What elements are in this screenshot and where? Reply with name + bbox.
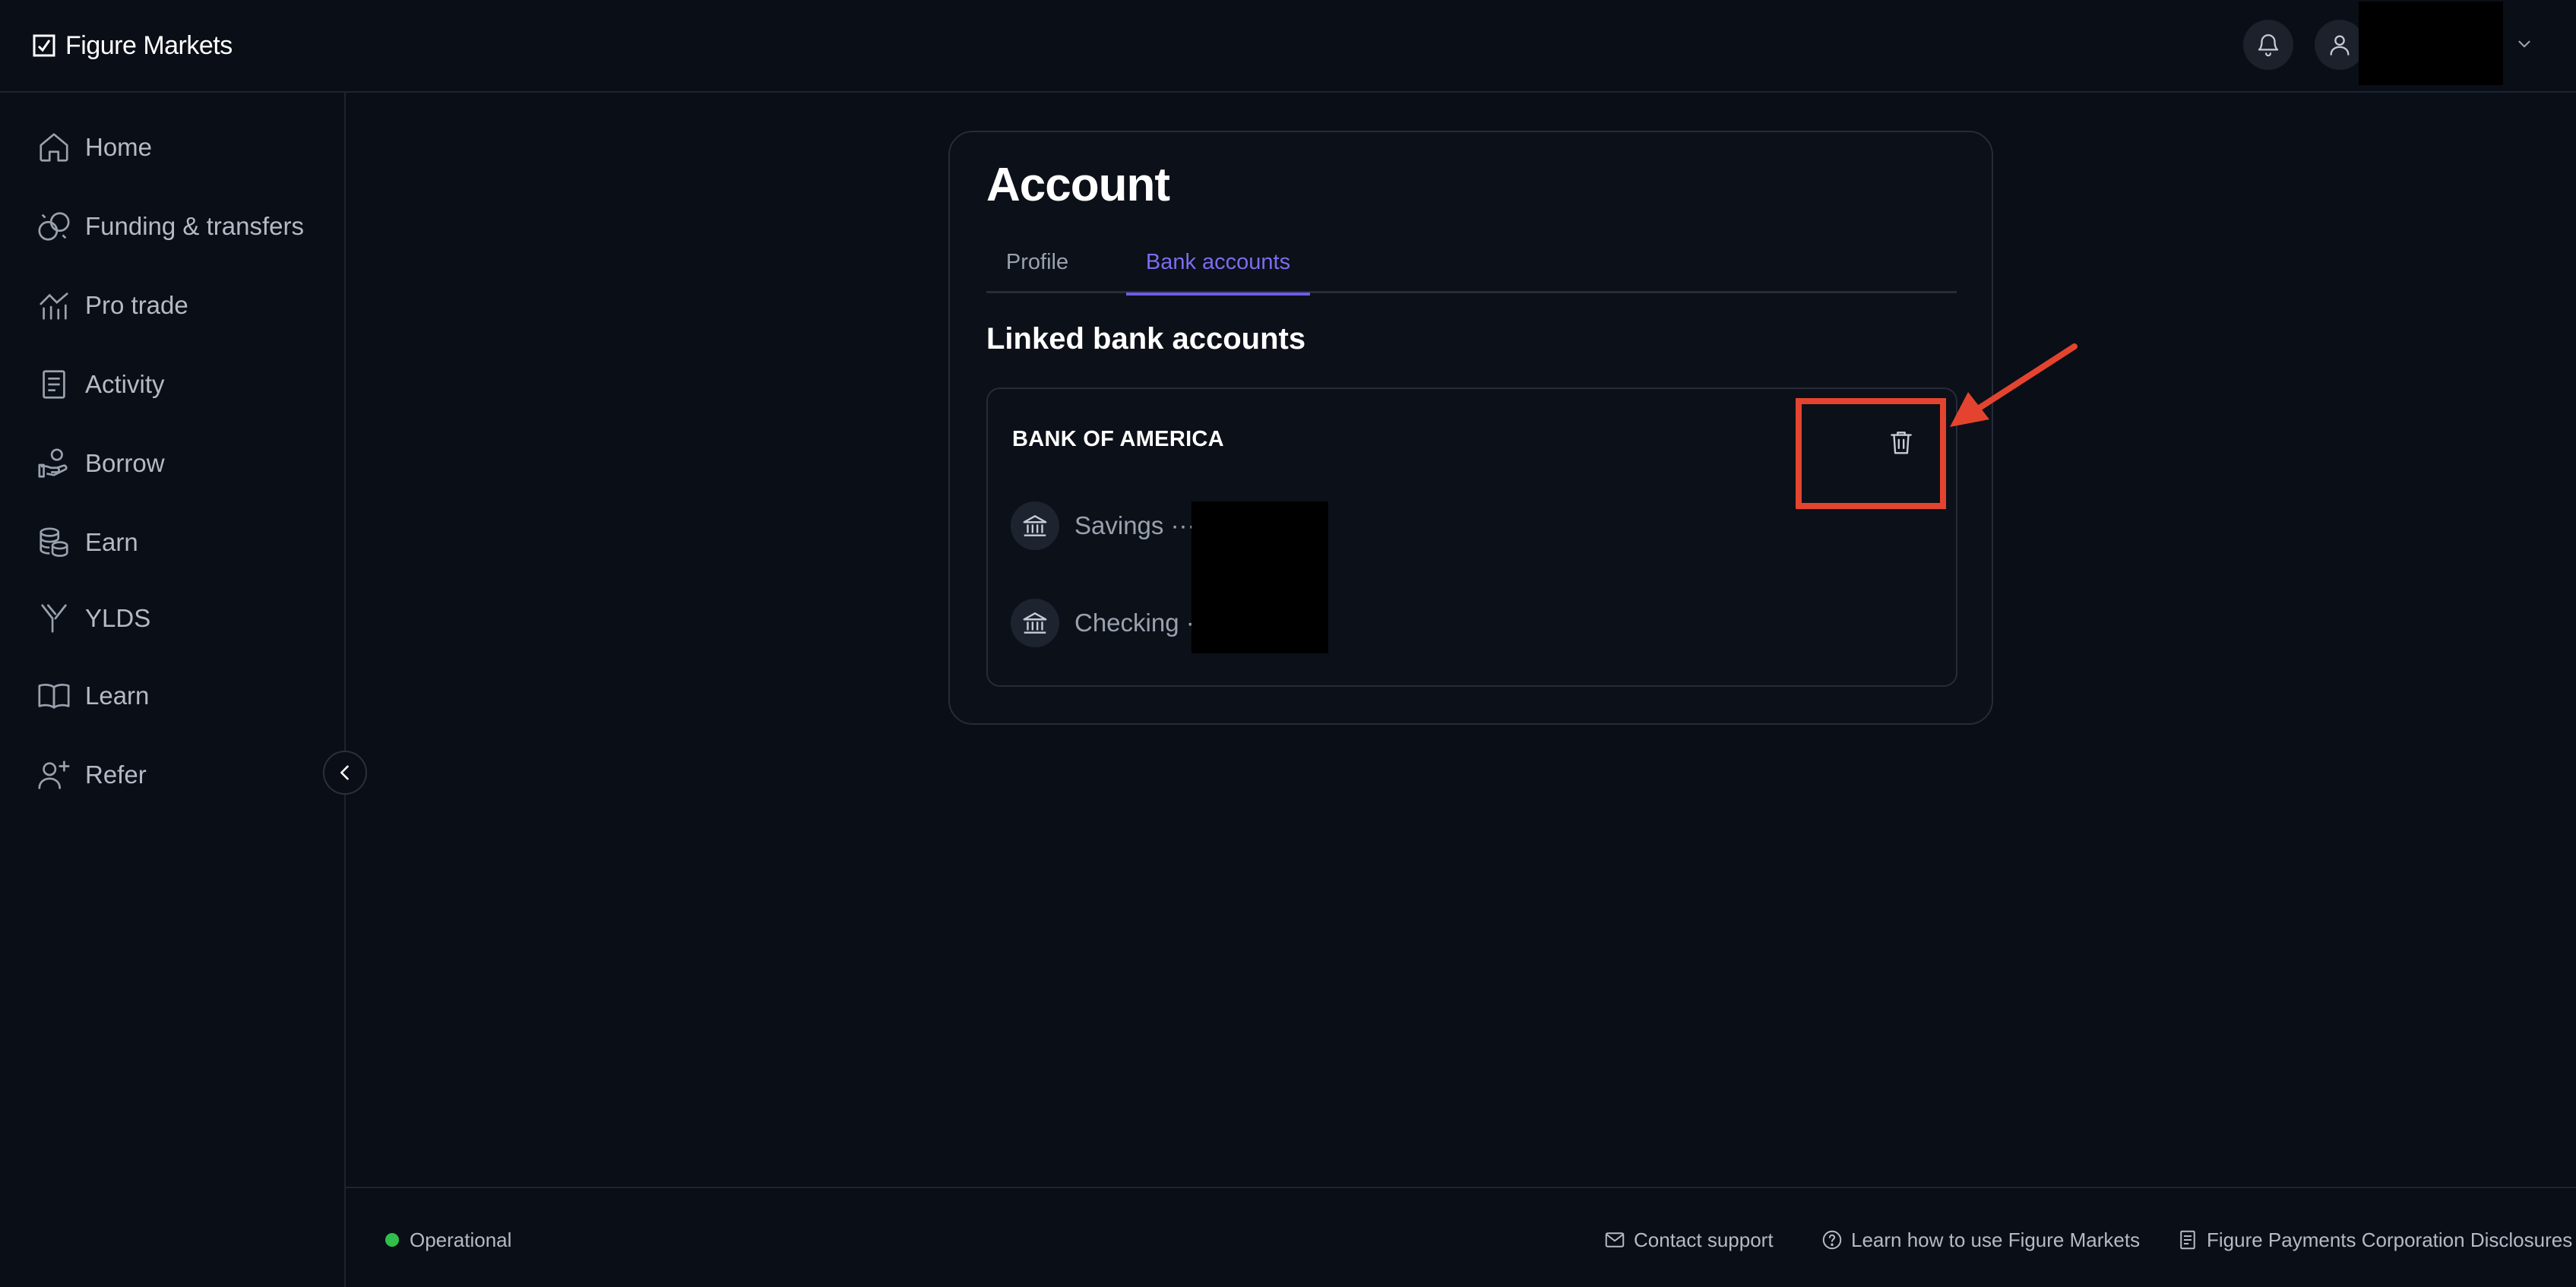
sidebar-item-home[interactable]: Home bbox=[36, 125, 152, 170]
user-menu-toggle[interactable] bbox=[2511, 30, 2538, 58]
bank-account-row-savings[interactable]: Savings ···· bbox=[1011, 501, 1204, 550]
bank-account-label: Savings ···· bbox=[1074, 511, 1204, 539]
bell-icon bbox=[2258, 34, 2279, 57]
sidebar-collapse-button[interactable] bbox=[323, 751, 367, 795]
footer: Operational Contact support Learn how to… bbox=[346, 1187, 2576, 1287]
coin-stack-icon bbox=[40, 527, 68, 557]
learn-how-link[interactable]: Learn how to use Figure Markets bbox=[1821, 1226, 2140, 1254]
sidebar-item-label: Refer bbox=[85, 760, 147, 789]
mail-icon bbox=[1605, 1232, 1625, 1247]
page-title: Account bbox=[986, 159, 1170, 211]
sidebar-item-earn[interactable]: Earn bbox=[36, 520, 138, 565]
redacted-account-numbers bbox=[1191, 501, 1328, 653]
chevron-down-icon bbox=[2518, 40, 2530, 48]
sidebar-item-label: Home bbox=[85, 133, 153, 161]
sidebar-item-activity[interactable]: Activity bbox=[36, 362, 165, 407]
account-tabs: Profile Bank accounts bbox=[986, 231, 1957, 296]
sidebar-item-label: Earn bbox=[85, 528, 138, 556]
footer-link-label: Figure Payments Corporation Disclosures bbox=[2207, 1228, 2573, 1251]
footer-link-label: Contact support bbox=[1634, 1228, 1774, 1251]
bank-account-label: Checking · bbox=[1074, 609, 1195, 637]
sidebar-item-label: Activity bbox=[85, 370, 165, 398]
disclosures-link[interactable]: Figure Payments Corporation Disclosures bbox=[2176, 1226, 2572, 1254]
sidebar-item-label: YLDS bbox=[85, 604, 151, 632]
sidebar-item-pro-trade[interactable]: Pro trade bbox=[36, 283, 188, 328]
bank-name: BANK OF AMERICA bbox=[1012, 427, 1224, 451]
sidebar-item-label: Pro trade bbox=[85, 291, 188, 319]
section-title: Linked bank accounts bbox=[986, 322, 1306, 356]
hand-coins-icon bbox=[38, 448, 68, 478]
user-plus-icon bbox=[38, 760, 70, 789]
bank-icon bbox=[1011, 599, 1059, 647]
notifications-button[interactable] bbox=[2243, 20, 2293, 70]
annotation-highlight-box bbox=[1796, 398, 1946, 509]
top-bar: Figure Markets bbox=[0, 0, 2576, 93]
chevron-left-icon bbox=[340, 765, 349, 780]
redacted-username bbox=[2359, 2, 2503, 85]
user-avatar-button[interactable] bbox=[2315, 20, 2365, 70]
logo-icon bbox=[33, 34, 55, 57]
sidebar-item-label: Learn bbox=[85, 681, 150, 710]
app-logo[interactable]: Figure Markets bbox=[32, 29, 233, 62]
sidebar-item-funding[interactable]: Funding & transfers bbox=[36, 204, 304, 249]
tab-bank-accounts[interactable]: Bank accounts bbox=[1126, 231, 1310, 296]
sidebar-item-refer[interactable]: Refer bbox=[36, 752, 147, 798]
document-icon bbox=[43, 370, 65, 399]
help-circle-icon bbox=[1822, 1230, 1842, 1250]
sidebar-item-label: Funding & transfers bbox=[85, 212, 304, 240]
status-dot bbox=[385, 1233, 399, 1247]
sidebar-item-ylds[interactable]: YLDS bbox=[36, 596, 150, 641]
user-icon bbox=[2330, 35, 2350, 55]
bank-icon bbox=[1011, 501, 1059, 550]
home-icon bbox=[40, 133, 68, 162]
sidebar-item-label: Borrow bbox=[85, 449, 165, 477]
status-text: Operational bbox=[410, 1228, 512, 1251]
coins-icon bbox=[38, 212, 70, 241]
bank-account-row-checking[interactable]: Checking · bbox=[1011, 599, 1195, 647]
chart-icon bbox=[40, 292, 68, 320]
contact-support-link[interactable]: Contact support bbox=[1603, 1226, 1774, 1254]
sidebar-item-borrow[interactable]: Borrow bbox=[36, 441, 165, 486]
system-status[interactable]: Operational bbox=[385, 1226, 511, 1254]
sidebar: Home Funding & transfers Pro trade Activ… bbox=[0, 93, 346, 1287]
annotation-arrow bbox=[1950, 343, 2078, 427]
book-icon bbox=[38, 683, 70, 709]
tab-profile[interactable]: Profile bbox=[986, 231, 1088, 293]
ylds-icon bbox=[41, 604, 67, 633]
footer-link-label: Learn how to use Figure Markets bbox=[1851, 1228, 2141, 1251]
document-icon bbox=[2180, 1230, 2195, 1250]
sidebar-item-learn[interactable]: Learn bbox=[36, 673, 149, 719]
logo-text: Figure Markets bbox=[65, 30, 233, 60]
